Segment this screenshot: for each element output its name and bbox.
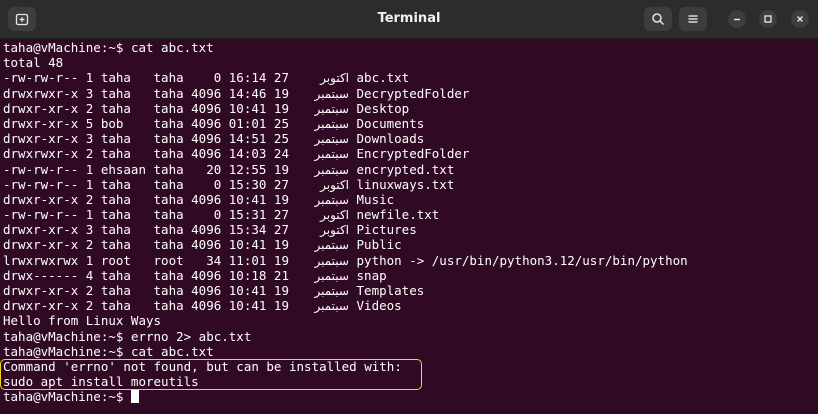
prompt: taha@vMachine:~$	[3, 328, 124, 344]
prompt: taha@vMachine:~$	[3, 389, 124, 405]
maximize-icon	[764, 15, 772, 23]
listing-row: -rw-rw-r-- 1 ehsaan taha 20 12:55 19 سبتم…	[3, 162, 818, 177]
listing-meta: drwxr-xr-x 5 bob taha 4096 01:01 25	[3, 115, 289, 131]
prompt-line: taha@vMachine:~$ cat abc.txt	[3, 40, 818, 55]
listing-month: اكتوبر	[320, 71, 349, 86]
listing-month: سبتمبر	[314, 162, 349, 177]
listing-month: سبتمبر	[314, 253, 349, 268]
listing-month: سبتمبر	[314, 86, 349, 101]
listing-row: drwxr-xr-x 2 taha taha 4096 10:41 19 سبتم…	[3, 298, 818, 313]
listing-month: اكتوبر	[320, 223, 349, 238]
listing-filename: Pictures	[356, 222, 417, 238]
listing-filename: Public	[356, 237, 402, 253]
listing-month: سبتمبر	[314, 268, 349, 283]
text-cursor	[130, 389, 139, 404]
listing-meta: drwxr-xr-x 2 taha taha 4096 10:41 19	[3, 237, 289, 253]
listing-month: اكتوبر	[320, 208, 349, 223]
listing-row: drwxr-xr-x 2 taha taha 4096 10:41 19 سبتم…	[3, 101, 818, 116]
output-line: total 48	[3, 55, 64, 71]
listing-row: drwxr-xr-x 2 taha taha 4096 10:41 19 سبتم…	[3, 283, 818, 298]
listing-month: سبتمبر	[314, 101, 349, 116]
close-button[interactable]	[791, 10, 809, 28]
listing-row: drwxrwxr-x 3 taha taha 4096 14:46 19 سبتم…	[3, 86, 818, 101]
listing-row: -rw-rw-r-- 1 taha taha 0 15:31 27 اكتوبر …	[3, 207, 818, 222]
listing-row: drwxr-xr-x 5 bob taha 4096 01:01 25 سبتمب…	[3, 116, 818, 131]
listing-filename: python -> /usr/bin/python3.12/usr/bin/py…	[356, 252, 688, 268]
listing-filename: encrypted.txt	[356, 161, 455, 177]
command-text: errno 2> abc.txt	[130, 328, 252, 344]
minimize-button[interactable]	[728, 10, 746, 28]
listing-filename: EncryptedFolder	[356, 146, 470, 162]
titlebar: Terminal	[0, 0, 818, 39]
maximize-button[interactable]	[759, 10, 777, 28]
listing-meta: -rw-rw-r-- 1 taha taha 0 16:14 27	[3, 70, 289, 86]
error-highlight-box	[0, 359, 422, 390]
listing-row: -rw-rw-r-- 1 taha taha 0 16:14 27 اكتوبر …	[3, 70, 818, 85]
command-text: cat abc.txt	[130, 343, 214, 359]
listing-meta: drwxr-xr-x 2 taha taha 4096 10:41 19	[3, 298, 289, 314]
listing-row: -rw-rw-r-- 1 taha taha 0 15:30 27 اكتوبر …	[3, 177, 818, 192]
command-text: cat abc.txt	[130, 40, 214, 55]
listing-month: سبتمبر	[314, 147, 349, 162]
listing-meta: -rw-rw-r-- 1 taha taha 0 15:30 27	[3, 176, 289, 192]
terminal-window: Terminal taha@vMachine:~$ cat abc.txt to…	[0, 0, 818, 414]
listing-filename: Music	[356, 191, 395, 207]
output-line: Hello from Linux Ways	[3, 313, 162, 329]
listing-meta: drwxrwxr-x 2 taha taha 4096 14:03 24	[3, 146, 289, 162]
listing-meta: drwx------ 4 taha taha 4096 10:18 21	[3, 267, 289, 283]
listing-meta: drwxr-xr-x 2 taha taha 4096 10:41 19	[3, 191, 289, 207]
listing-filename: Documents	[356, 115, 425, 131]
listing-month: اكتوبر	[320, 177, 349, 192]
listing-row: drwxrwxr-x 2 taha taha 4096 14:03 24 سبتم…	[3, 146, 818, 161]
prompt: taha@vMachine:~$	[3, 40, 124, 55]
prompt-line: taha@vMachine:~$ errno 2> abc.txt	[3, 329, 818, 344]
prompt-line: taha@vMachine:~$	[3, 389, 818, 404]
listing-month: سبتمبر	[314, 299, 349, 314]
listing-month: سبتمبر	[314, 116, 349, 131]
close-icon	[797, 16, 803, 22]
listing-row: drwxr-xr-x 2 taha taha 4096 10:41 19 سبتم…	[3, 237, 818, 252]
listing-filename: snap	[356, 267, 387, 283]
prompt-line: taha@vMachine:~$ cat abc.txt	[3, 344, 818, 359]
listing-meta: drwxrwxr-x 3 taha taha 4096 14:46 19	[3, 85, 289, 101]
listing-meta: -rw-rw-r-- 1 ehsaan taha 20 12:55 19	[3, 161, 289, 177]
listing-row: lrwxrwxrwx 1 root root 34 11:01 19 سبتمبر…	[3, 253, 818, 268]
search-icon	[652, 13, 665, 26]
search-button[interactable]	[644, 7, 672, 31]
listing-meta: lrwxrwxrwx 1 root root 34 11:01 19	[3, 252, 289, 268]
listing-meta: -rw-rw-r-- 1 taha taha 0 15:31 27	[3, 207, 289, 223]
listing-row: drwxr-xr-x 3 taha taha 4096 15:34 27 اكتو…	[3, 222, 818, 237]
listing-month: سبتمبر	[314, 132, 349, 147]
listing-filename: Videos	[356, 298, 402, 314]
listing-row: drwx------ 4 taha taha 4096 10:18 21 سبتم…	[3, 268, 818, 283]
listing-row: drwxr-xr-x 2 taha taha 4096 10:41 19 سبتم…	[3, 192, 818, 207]
prompt: taha@vMachine:~$	[3, 343, 124, 359]
listing-month: سبتمبر	[314, 284, 349, 298]
menu-button[interactable]	[679, 7, 707, 31]
listing-month: سبتمبر	[314, 238, 349, 253]
listing-meta: drwxr-xr-x 3 taha taha 4096 15:34 27	[3, 222, 289, 238]
listing-filename: linuxways.txt	[356, 176, 455, 192]
listing-month: سبتمبر	[314, 192, 349, 207]
listing-filename: newfile.txt	[356, 207, 440, 223]
listing-meta: drwxr-xr-x 2 taha taha 4096 10:41 19	[3, 100, 289, 116]
listing-filename: Desktop	[356, 100, 410, 116]
listing-filename: Templates	[356, 283, 425, 298]
minimize-icon	[734, 18, 740, 21]
listing-meta: drwxr-xr-x 3 taha taha 4096 14:51 25	[3, 131, 289, 147]
listing-row: drwxr-xr-x 3 taha taha 4096 14:51 25 سبتم…	[3, 131, 818, 146]
hamburger-menu-icon	[688, 15, 698, 23]
listing-filename: DecryptedFolder	[356, 85, 470, 101]
listing-filename: abc.txt	[356, 70, 410, 86]
listing-filename: Downloads	[356, 131, 425, 147]
listing-meta: drwxr-xr-x 2 taha taha 4096 10:41 19	[3, 283, 289, 298]
terminal-output[interactable]: taha@vMachine:~$ cat abc.txt total 48 -rw-…	[3, 40, 818, 414]
